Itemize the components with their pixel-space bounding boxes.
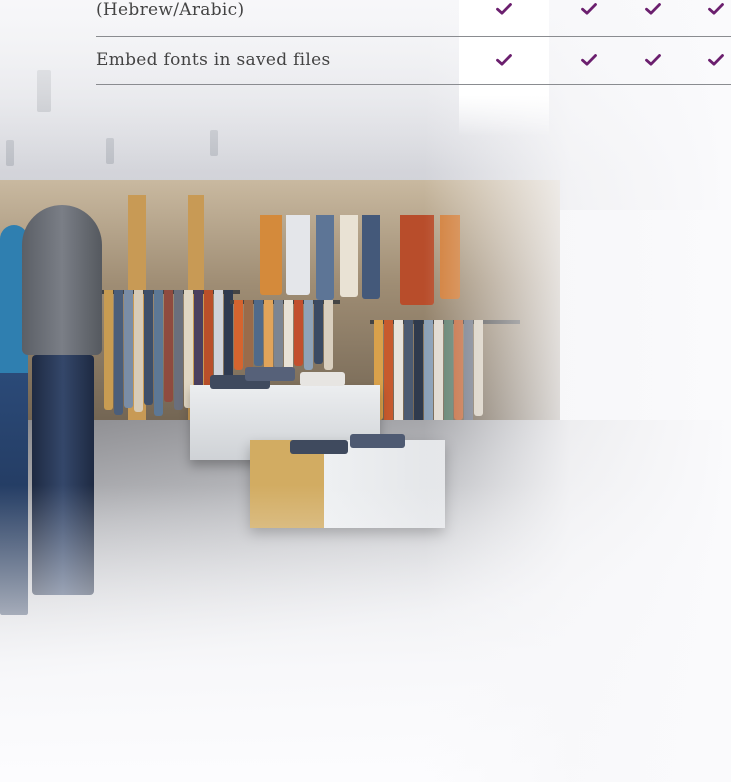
white-fade-overlay bbox=[0, 0, 731, 782]
checkmark-icon bbox=[580, 0, 598, 18]
checkmark-icon bbox=[580, 51, 598, 69]
checkmark-icon bbox=[644, 51, 662, 69]
checkmark-icon bbox=[644, 0, 662, 18]
store-background-photo bbox=[0, 0, 731, 782]
checkmark-icon bbox=[707, 51, 725, 69]
feature-label: (Hebrew/Arabic) bbox=[96, 0, 245, 20]
feature-comparison-table: (Hebrew/Arabic) Embed fonts in saved fil… bbox=[96, 0, 731, 85]
feature-label: Embed fonts in saved files bbox=[96, 50, 331, 70]
table-row: Embed fonts in saved files bbox=[96, 37, 731, 85]
table-row: (Hebrew/Arabic) bbox=[96, 0, 731, 37]
checkmark-icon bbox=[495, 51, 513, 69]
checkmark-icon bbox=[495, 0, 513, 18]
checkmark-icon bbox=[707, 0, 725, 18]
